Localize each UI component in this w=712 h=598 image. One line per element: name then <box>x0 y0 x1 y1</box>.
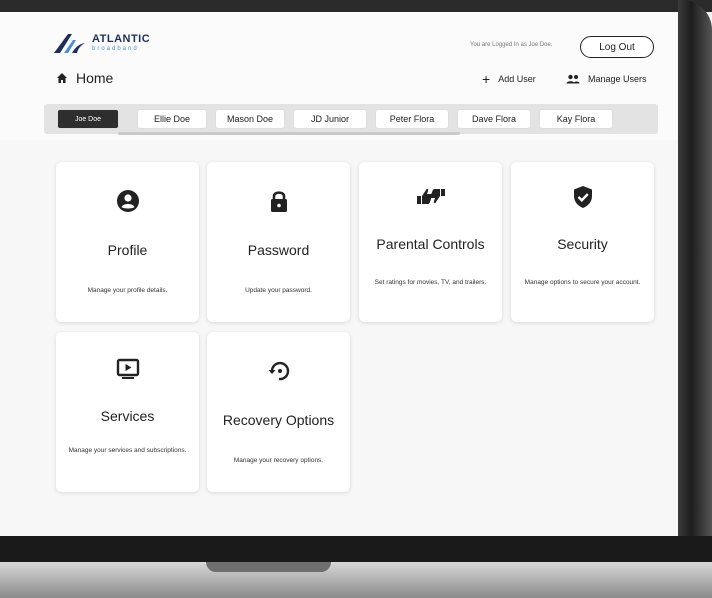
brand-logo[interactable]: ATLANTIC broadband <box>52 32 150 54</box>
password-card[interactable]: Password Update your password. <box>207 162 350 322</box>
services-card[interactable]: Services Manage your services and subscr… <box>56 332 199 492</box>
page-title: Home <box>76 70 114 86</box>
tab-jd-junior[interactable]: JD Junior <box>294 110 366 128</box>
atlantic-logo-icon <box>54 34 85 53</box>
add-user-label: Add User <box>498 74 536 84</box>
logout-button[interactable]: Log Out <box>580 36 654 58</box>
logged-in-status: You are Logged In as Joe Doe. <box>470 42 553 48</box>
tab-scroll-indicator[interactable] <box>118 132 460 135</box>
header: ATLANTIC broadband You are Logged In as … <box>0 12 678 140</box>
play-screen-icon <box>116 358 139 379</box>
restore-icon <box>268 361 289 381</box>
profile-title: Profile <box>107 242 148 258</box>
laptop-bezel-bottom <box>0 536 712 562</box>
user-circle-icon <box>116 190 139 212</box>
password-desc: Update your password. <box>245 287 312 294</box>
tab-mason-doe[interactable]: Mason Doe <box>216 110 284 128</box>
tab-dave-flora[interactable]: Dave Flora <box>458 110 530 128</box>
manage-users-label: Manage Users <box>588 74 647 84</box>
plus-icon: + <box>482 70 491 87</box>
shield-check-icon <box>573 186 592 208</box>
parental-controls-title: Parental Controls <box>376 236 485 252</box>
tab-ellie-doe[interactable]: Ellie Doe <box>138 110 206 128</box>
services-title: Services <box>100 408 155 424</box>
laptop-bezel-right <box>678 0 712 560</box>
password-title: Password <box>247 242 310 258</box>
security-title: Security <box>557 236 608 252</box>
profile-desc: Manage your profile details. <box>87 287 168 294</box>
tab-kay-flora[interactable]: Kay Flora <box>540 110 612 128</box>
home-icon <box>57 73 67 83</box>
laptop-bezel-top <box>0 0 712 12</box>
recovery-options-card[interactable]: Recovery Options Manage your recovery op… <box>207 332 350 492</box>
brand-name: ATLANTIC <box>92 33 151 45</box>
brand-sub: broadband <box>92 46 139 52</box>
parental-controls-card[interactable]: Parental Controls Set ratings for movies… <box>359 162 502 322</box>
security-card[interactable]: Security Manage options to secure your a… <box>511 162 654 322</box>
laptop-base <box>0 562 712 598</box>
recovery-options-desc: Manage your recovery options. <box>233 457 324 464</box>
tab-peter-flora[interactable]: Peter Flora <box>376 110 448 128</box>
screen: ATLANTIC broadband You are Logged In as … <box>0 12 678 536</box>
recovery-options-title: Recovery Options <box>222 412 335 428</box>
add-user-button[interactable]: + Add User <box>482 70 536 87</box>
security-desc: Manage options to secure your account. <box>524 279 641 286</box>
breadcrumb-home[interactable]: Home <box>56 70 113 86</box>
parental-controls-desc: Set ratings for movies, TV, and trailers… <box>374 279 487 286</box>
users-icon <box>566 74 580 84</box>
manage-users-button[interactable]: Manage Users <box>566 74 647 84</box>
profile-card[interactable]: Profile Manage your profile details. <box>56 162 199 322</box>
user-tab-bar: Joe Doe Ellie Doe Mason Doe JD Junior Pe… <box>44 104 658 134</box>
laptop-hinge-notch <box>206 562 331 572</box>
lock-icon <box>270 191 287 212</box>
services-desc: Manage your services and subscriptions. <box>68 447 187 454</box>
thumbs-icon <box>416 188 445 204</box>
tab-joe-doe[interactable]: Joe Doe <box>58 110 118 128</box>
